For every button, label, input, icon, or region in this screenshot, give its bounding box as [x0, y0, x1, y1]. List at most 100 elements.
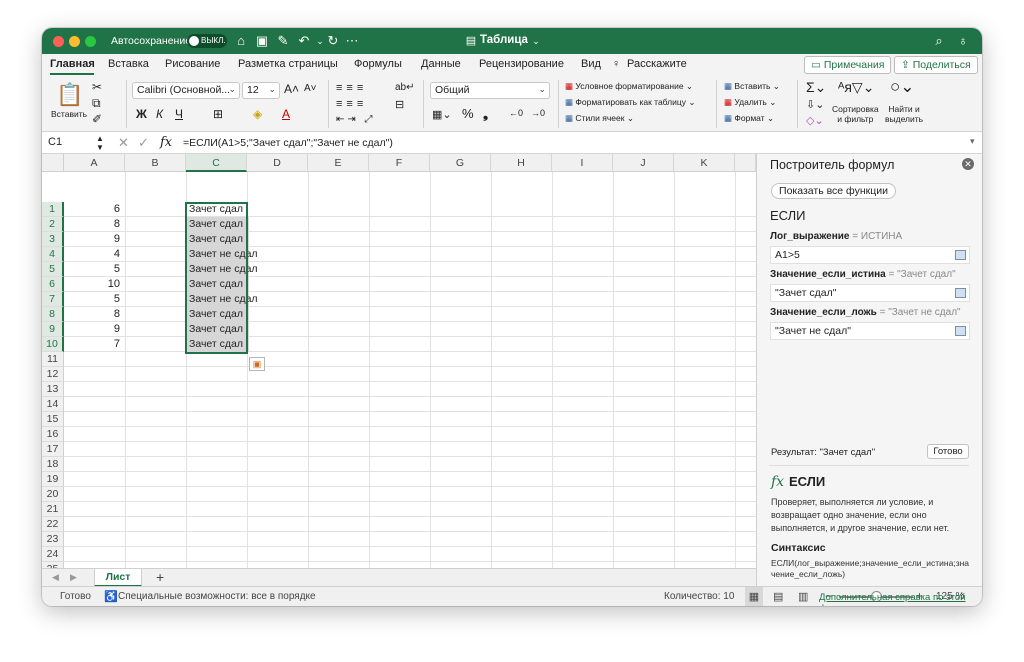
column-header[interactable]: H	[491, 154, 552, 172]
sheet-tab[interactable]: Лист	[94, 569, 142, 587]
undo-icon[interactable]: ↶	[296, 33, 312, 49]
name-box[interactable]: C1	[48, 136, 62, 148]
search-icon[interactable]: ⌕	[931, 33, 947, 49]
cell-a[interactable]: 5	[64, 262, 124, 277]
enter-icon[interactable]: ✓	[138, 135, 149, 151]
cell-a[interactable]: 6	[64, 202, 124, 217]
arg2-input[interactable]: "Зачет сдал"	[770, 284, 970, 302]
align-horizontal-icons[interactable]: ≡≡≡	[336, 98, 367, 110]
row-header[interactable]: 2	[42, 217, 64, 232]
bold-icon[interactable]: Ж	[136, 107, 147, 121]
comma-style-icon[interactable]: ❟	[483, 106, 488, 122]
cell-a[interactable]: 8	[64, 307, 124, 322]
number-format-select[interactable]: Общий ⌄	[430, 82, 550, 99]
range-picker-icon[interactable]	[955, 250, 966, 260]
find-icon[interactable]: ○⌄	[890, 77, 915, 97]
font-size-select[interactable]: 12 ⌄	[242, 82, 280, 99]
row-header[interactable]: 1	[42, 202, 64, 217]
cell-a[interactable]: 8	[64, 217, 124, 232]
next-sheet-icon[interactable]: ▶	[70, 572, 77, 583]
column-header[interactable]: E	[308, 154, 369, 172]
find-select-label[interactable]: Найти и выделить	[885, 104, 923, 124]
column-header[interactable]: F	[369, 154, 430, 172]
row-header[interactable]: 16	[42, 427, 64, 442]
italic-icon[interactable]: К	[156, 107, 163, 121]
sort-filter-label[interactable]: Сортировка и фильтр	[832, 104, 879, 124]
range-picker-icon[interactable]	[955, 288, 966, 298]
row-header[interactable]: 14	[42, 397, 64, 412]
sort-filter-icon[interactable]: ᴬᴙ▽⌄	[838, 79, 874, 96]
increase-font-icon[interactable]: A˄	[284, 82, 299, 96]
row-header[interactable]: 15	[42, 412, 64, 427]
delete-cells-button[interactable]: ▦ Удалить ⌄	[724, 97, 776, 108]
row-header[interactable]: 12	[42, 367, 64, 382]
row-header[interactable]: 20	[42, 487, 64, 502]
tab-formulas[interactable]: Формулы	[354, 58, 402, 70]
worksheet-grid[interactable]: A B C D E F G H I J K 1 2 3 4 5 6 7 8 9 10 11 12 13 1…	[42, 154, 756, 568]
expand-formula-bar-icon[interactable]: ▾	[970, 136, 975, 147]
cell-a[interactable]: 9	[64, 322, 124, 337]
document-title[interactable]: Таблица	[480, 34, 528, 46]
cell-a[interactable]: 5	[64, 292, 124, 307]
merge-cells-icon[interactable]: ⊟	[395, 98, 404, 111]
tab-insert[interactable]: Вставка	[108, 58, 149, 70]
row-header[interactable]: 9	[42, 322, 64, 337]
title-chevron-down-icon[interactable]: ⌄	[528, 36, 544, 47]
page-layout-view-icon[interactable]: ▤	[773, 590, 783, 603]
row-header[interactable]: 7	[42, 292, 64, 307]
autosum-icon[interactable]: Σ⌄	[806, 79, 826, 96]
notes-button[interactable]: ▭ Примечания	[804, 56, 892, 74]
show-all-functions-button[interactable]: Показать все функции	[771, 183, 896, 199]
row-header[interactable]: 11	[42, 352, 64, 367]
row-header[interactable]: 13	[42, 382, 64, 397]
indent-icons[interactable]: ⇤⇥ ⤢	[336, 114, 376, 125]
decrease-decimal-icon[interactable]: →0	[531, 108, 545, 118]
arg3-input[interactable]: "Зачет не сдал"	[770, 322, 970, 340]
tab-data[interactable]: Данные	[421, 58, 461, 70]
cancel-icon[interactable]: ✕	[118, 135, 129, 151]
previous-sheet-icon[interactable]: ◀	[52, 572, 59, 583]
copy-icon[interactable]: ⧉	[92, 96, 101, 111]
redo-icon[interactable]: ↻	[325, 33, 341, 49]
page-break-view-icon[interactable]: ▥	[798, 590, 808, 603]
borders-icon[interactable]: ⊞	[213, 107, 223, 121]
tab-review[interactable]: Рецензирование	[479, 58, 564, 70]
normal-view-icon[interactable]: ▦	[745, 587, 763, 606]
insert-cells-button[interactable]: ▦ Вставить ⌄	[724, 81, 780, 92]
row-header[interactable]: 21	[42, 502, 64, 517]
edit-icon[interactable]: ✎	[275, 33, 291, 49]
minimize-window-button[interactable]	[69, 36, 80, 47]
paste-options-icon[interactable]: ▣	[249, 357, 265, 371]
paste-label[interactable]: Вставить	[51, 109, 87, 119]
cell-a[interactable]: 4	[64, 247, 124, 262]
column-header[interactable]: K	[674, 154, 735, 172]
conditional-formatting-button[interactable]: ▦ Условное форматирование ⌄	[565, 81, 693, 92]
fill-icon[interactable]: ⇩⌄	[806, 98, 824, 111]
column-header[interactable]	[735, 154, 756, 172]
increase-decimal-icon[interactable]: ←0	[509, 108, 523, 118]
done-button[interactable]: Готово	[927, 444, 969, 459]
formula-input[interactable]: =ЕСЛИ(A1>5;"Зачет сдал";"Зачет не сдал")	[183, 137, 393, 149]
align-top-icons[interactable]: ≡≡≡	[336, 82, 367, 94]
tell-me[interactable]: Расскажите	[627, 58, 687, 70]
font-color-icon[interactable]: A	[282, 107, 290, 121]
home-icon[interactable]: ⌂	[233, 33, 249, 48]
column-header[interactable]: C	[186, 154, 247, 172]
row-header[interactable]: 17	[42, 442, 64, 457]
currency-icon[interactable]: ▦⌄	[432, 108, 452, 121]
more-icon[interactable]: ⋯	[344, 33, 360, 49]
fill-color-icon[interactable]: ◈	[253, 107, 262, 121]
column-header[interactable]: A	[64, 154, 125, 172]
column-header[interactable]: G	[430, 154, 491, 172]
autosave-toggle[interactable]: ВЫКЛ.	[187, 34, 227, 48]
select-all-corner[interactable]	[42, 154, 64, 172]
cut-icon[interactable]: ✂	[92, 80, 102, 94]
account-icon[interactable]: ♁	[955, 33, 971, 48]
zoom-window-button[interactable]	[85, 36, 96, 47]
close-window-button[interactable]	[53, 36, 64, 47]
row-header[interactable]: 22	[42, 517, 64, 532]
cell-a[interactable]: 9	[64, 232, 124, 247]
row-header[interactable]: 6	[42, 277, 64, 292]
wrap-text-icon[interactable]: ab↵	[395, 82, 415, 93]
range-picker-icon[interactable]	[955, 326, 966, 336]
